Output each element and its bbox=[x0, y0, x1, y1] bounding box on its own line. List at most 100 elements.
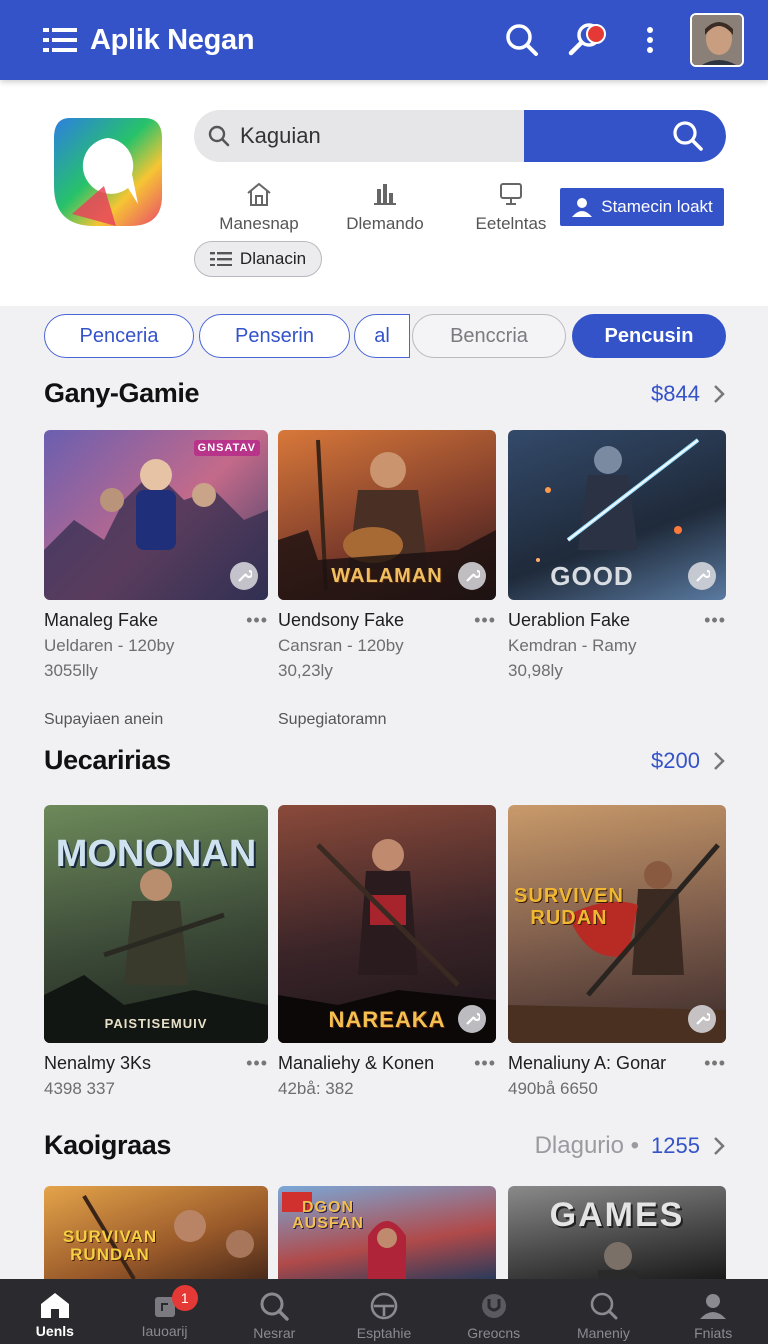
header-panel: Manesnap Dlemando Eetelntas Stamecin loa… bbox=[0, 80, 768, 306]
tab-4[interactable]: Pencusin bbox=[572, 314, 726, 358]
more-options-button[interactable] bbox=[624, 14, 676, 66]
nav-item-search[interactable]: Nesrar bbox=[219, 1279, 329, 1344]
game-card[interactable]: DGON AUSFAN bbox=[278, 1186, 496, 1279]
wrench-icon bbox=[688, 1005, 716, 1033]
game-card[interactable]: GOOD Uerablion Fake ••• Kemdran - Ramy 30… bbox=[508, 430, 726, 681]
more-icon[interactable]: ••• bbox=[238, 610, 268, 631]
game-meta-2: 30,23ly bbox=[278, 661, 333, 680]
game-meta-2: 30,98ly bbox=[508, 661, 563, 680]
game-name: Manaliehy & Konen bbox=[278, 1053, 435, 1073]
game-meta-2: 3055lly bbox=[44, 661, 98, 680]
nav-label: Uenls bbox=[35, 1323, 74, 1339]
nav-label: Nesrar bbox=[253, 1325, 296, 1341]
nav-item-home[interactable]: Uenls bbox=[0, 1279, 110, 1344]
chevron-right-icon[interactable] bbox=[712, 384, 726, 404]
filter-chip-label: Dlanacin bbox=[239, 249, 307, 268]
tab-1[interactable]: Penserin bbox=[199, 314, 350, 358]
nav-item-profile[interactable]: Fniats bbox=[658, 1279, 768, 1344]
section-count-link[interactable]: 1255 bbox=[651, 1133, 700, 1159]
more-icon[interactable]: ••• bbox=[466, 1053, 496, 1074]
game-thumbnail: GAMES bbox=[508, 1186, 726, 1279]
search-icon bbox=[260, 1292, 289, 1321]
more-icon[interactable]: ••• bbox=[238, 1053, 268, 1074]
game-thumbnail: WALAMAN bbox=[278, 430, 496, 600]
search-icon bbox=[673, 121, 703, 151]
tab-2[interactable]: al bbox=[354, 314, 410, 358]
chevron-right-icon[interactable] bbox=[712, 751, 726, 771]
sign-in-button[interactable]: Stamecin loakt bbox=[560, 188, 724, 226]
search-submit-button[interactable] bbox=[524, 110, 726, 162]
game-card[interactable]: MONONAN PAISTISEMUIV Nenalmy 3Ks ••• 4398… bbox=[44, 805, 268, 1099]
chevron-right-icon[interactable] bbox=[712, 1136, 726, 1156]
gauge-icon bbox=[370, 1292, 398, 1320]
app-logo bbox=[52, 114, 164, 230]
game-thumbnail: NAREAKA bbox=[278, 805, 496, 1043]
game-thumbnail: DGON AUSFAN bbox=[278, 1186, 496, 1279]
nav-badge: 1 bbox=[171, 1285, 198, 1311]
game-card[interactable]: SURVIVEN RUDAN Menaliuny A: Gonar ••• 490… bbox=[508, 805, 726, 1099]
game-card[interactable]: GNSATAV Manaleg Fake ••• Ueldaren - 120by… bbox=[44, 430, 268, 729]
tab-0[interactable]: Penceria bbox=[44, 314, 194, 358]
nav-item-groups[interactable]: Greocns bbox=[439, 1279, 549, 1344]
nav-item-discover[interactable]: Maneniy bbox=[549, 1279, 659, 1344]
chart-icon bbox=[322, 180, 448, 208]
game-card[interactable]: GAMES bbox=[508, 1186, 726, 1279]
quick-nav-label: Eetelntas bbox=[475, 214, 547, 233]
user-icon bbox=[572, 198, 593, 217]
notification-badge bbox=[586, 24, 606, 44]
nav-label: Greocns bbox=[467, 1325, 521, 1341]
nav-label: Iauoarij bbox=[141, 1323, 188, 1339]
section-subtitle: Dlagurio • bbox=[534, 1131, 640, 1159]
game-thumbnail: GNSATAV bbox=[44, 430, 268, 600]
search-button[interactable] bbox=[496, 14, 548, 66]
search-bar bbox=[194, 110, 726, 162]
game-extra: Supayiaen anein bbox=[44, 711, 164, 728]
more-icon[interactable]: ••• bbox=[696, 610, 726, 631]
section-header-2: Kaoigraas Dlagurio • 1255 bbox=[44, 1130, 726, 1161]
game-art-title: SURVIVAN RUNDAN bbox=[62, 1227, 158, 1264]
more-icon[interactable]: ••• bbox=[466, 610, 496, 631]
nav-label: Maneniy bbox=[576, 1325, 630, 1341]
game-card[interactable]: WALAMAN Uendsony Fake ••• Cansran - 120by… bbox=[278, 430, 496, 729]
list-icon bbox=[209, 252, 232, 266]
hamburger-menu-icon[interactable] bbox=[42, 22, 78, 58]
more-icon[interactable]: ••• bbox=[696, 1053, 726, 1074]
quick-nav-item-0[interactable]: Manesnap bbox=[196, 180, 322, 234]
user-avatar[interactable] bbox=[690, 13, 744, 67]
section-count-link[interactable]: $200 bbox=[651, 748, 700, 774]
quick-nav-label: Manesnap bbox=[219, 214, 299, 233]
game-name: Menaliuny A: Gonar bbox=[508, 1053, 667, 1073]
game-card[interactable]: SURVIVAN RUNDAN bbox=[44, 1186, 268, 1279]
tab-3[interactable]: Benccria bbox=[412, 314, 566, 358]
section-count-link[interactable]: $844 bbox=[651, 381, 700, 407]
game-meta: Ueldaren - 120by bbox=[44, 636, 175, 655]
filter-chip[interactable]: Dlanacin bbox=[194, 241, 322, 277]
quick-nav-item-1[interactable]: Dlemando bbox=[322, 180, 448, 234]
quick-nav-item-2[interactable]: Eetelntas bbox=[448, 180, 574, 234]
game-meta: Cansran - 120by bbox=[278, 636, 404, 655]
quick-nav: Manesnap Dlemando Eetelntas bbox=[196, 180, 574, 234]
game-extra: Supegiatoramn bbox=[278, 711, 387, 728]
search-input[interactable] bbox=[240, 123, 520, 149]
game-meta: 4398 337 bbox=[44, 1079, 115, 1098]
kebab-menu-icon bbox=[647, 27, 653, 53]
game-thumbnail: SURVIVAN RUNDAN bbox=[44, 1186, 268, 1279]
notifications-button[interactable] bbox=[560, 14, 612, 66]
game-name: Nenalmy 3Ks bbox=[44, 1053, 152, 1073]
game-art-title: MONONAN bbox=[55, 833, 257, 875]
monitor-icon bbox=[448, 180, 574, 208]
nav-item-library[interactable]: 1 Iauoarij bbox=[110, 1279, 220, 1344]
section-header-1: Uecaririas $200 bbox=[44, 745, 726, 776]
nav-item-explore[interactable]: Esptahie bbox=[329, 1279, 439, 1344]
game-art-title: GAMES bbox=[549, 1196, 685, 1234]
game-card[interactable]: NAREAKA Manaliehy & Konen ••• 42bå: 382 bbox=[278, 805, 496, 1099]
game-art-title: SURVIVEN RUDAN bbox=[514, 885, 624, 929]
game-name: Uerablion Fake bbox=[508, 610, 631, 630]
target-icon bbox=[481, 1294, 506, 1318]
sign-in-label: Stamecin loakt bbox=[601, 197, 713, 216]
app-title: Aplik Negan bbox=[90, 23, 255, 56]
wrench-icon bbox=[458, 562, 486, 590]
game-name: Manaleg Fake bbox=[44, 610, 159, 630]
magnifier-icon bbox=[591, 1292, 618, 1320]
wrench-icon bbox=[230, 562, 258, 590]
